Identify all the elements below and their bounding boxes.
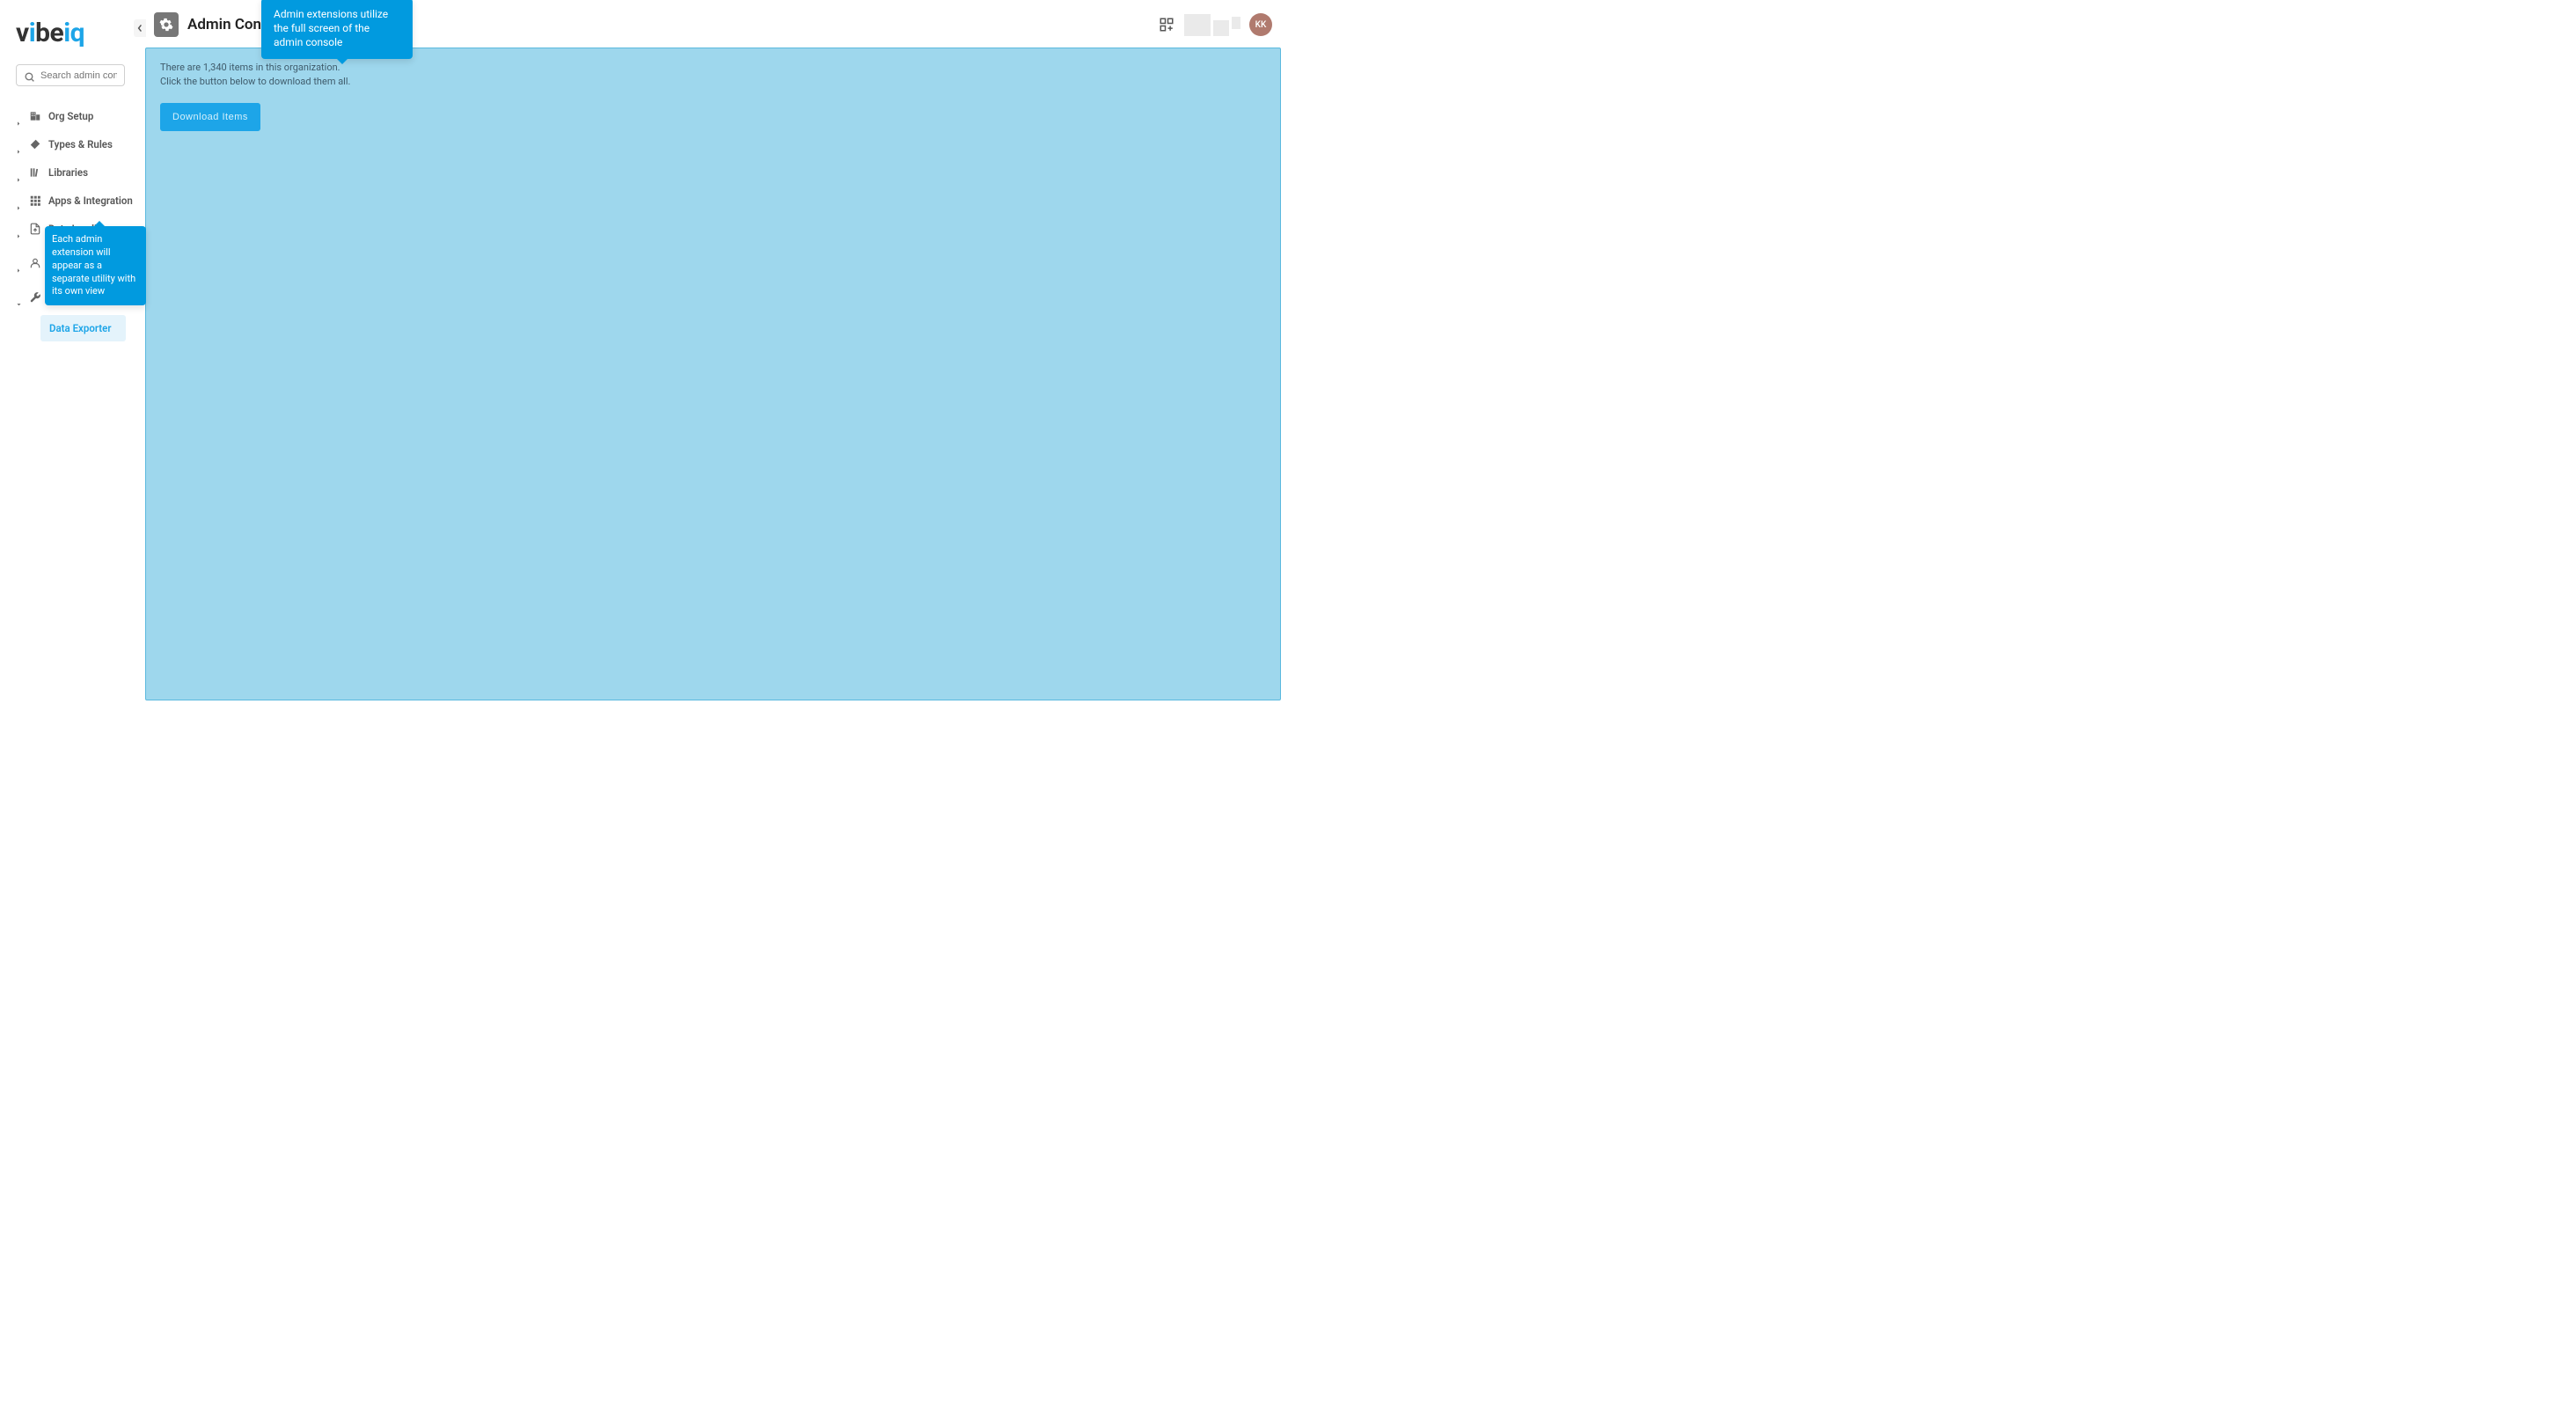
nav-item-apps-integration[interactable]: Apps & Integration: [16, 187, 136, 215]
search-input[interactable]: [40, 70, 117, 81]
placeholder-blocks: [1184, 14, 1240, 36]
tools-icon: [29, 138, 41, 150]
avatar[interactable]: KK: [1249, 13, 1272, 36]
chevron-right-icon: [16, 114, 22, 120]
callout-left: Each admin extension will appear as a se…: [45, 226, 146, 305]
nav-item-types-rules[interactable]: Types & Rules: [16, 130, 136, 158]
sidebar-collapse-button[interactable]: [134, 19, 146, 37]
chevron-down-icon: [16, 295, 22, 301]
nav-item-libraries[interactable]: Libraries: [16, 158, 136, 187]
nav-sub: Data Exporter: [16, 315, 136, 341]
chevron-right-icon: [16, 226, 22, 232]
search-icon: [24, 70, 35, 81]
chevron-right-icon: [16, 142, 22, 148]
nav-label: Types & Rules: [48, 138, 113, 150]
search-box[interactable]: [16, 64, 125, 86]
chevron-right-icon: [16, 198, 22, 204]
nav-label: Apps & Integration: [48, 194, 133, 207]
download-items-button[interactable]: Download Items: [160, 103, 260, 131]
main-content: Admin Console KK There are 1,340 items i…: [145, 0, 1288, 708]
wrench-icon: [29, 291, 41, 304]
chevron-right-icon: [16, 260, 22, 267]
nav-item-org-setup[interactable]: Org Setup: [16, 102, 136, 130]
dashboard-add-icon[interactable]: [1158, 16, 1175, 33]
grid-icon: [29, 194, 41, 207]
chevron-right-icon: [16, 170, 22, 176]
panel-text: There are 1,340 items in this organizati…: [160, 61, 1266, 89]
nav-sub-data-exporter[interactable]: Data Exporter: [40, 315, 126, 341]
upload-file-icon: [29, 223, 41, 235]
logo: vibeiq: [16, 18, 136, 48]
sidebar: vibeiq Org Setup: [0, 0, 145, 708]
nav-list: Org Setup Types & Rules Libraries: [16, 102, 136, 341]
nav-label: Libraries: [48, 166, 88, 179]
books-icon: [29, 166, 41, 179]
callout-top: Admin extensions utilize the full screen…: [261, 0, 413, 59]
panel-line-1: There are 1,340 items in this organizati…: [160, 61, 1266, 75]
user-icon: [29, 257, 41, 269]
panel-line-2: Click the button below to download them …: [160, 75, 1266, 89]
nav-label: Org Setup: [48, 110, 93, 122]
content-panel: There are 1,340 items in this organizati…: [145, 48, 1281, 700]
header-right: KK: [1158, 13, 1272, 36]
building-icon: [29, 110, 41, 122]
gear-icon: [154, 12, 179, 37]
